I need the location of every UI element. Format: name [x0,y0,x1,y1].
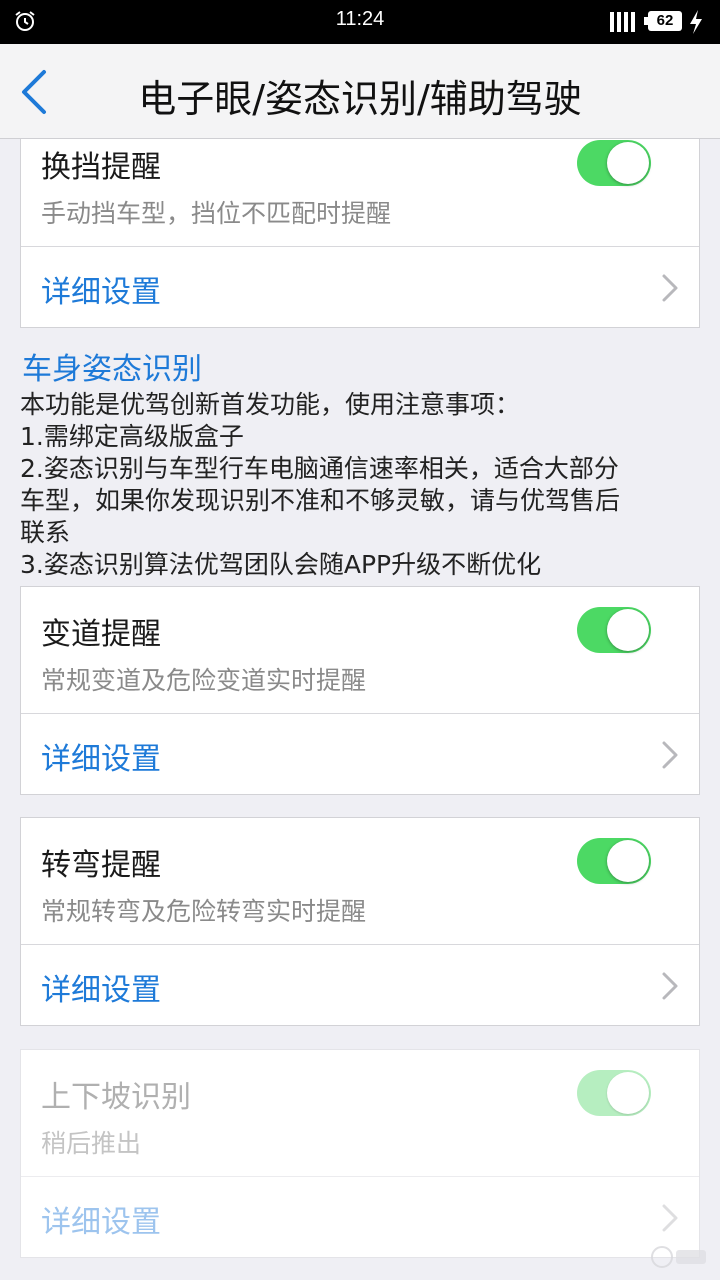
description-line: 2.姿态识别与车型行车电脑通信速率相关，适合大部分 [20,454,619,483]
toggle-knob [607,1072,649,1114]
settings-list[interactable]: 换挡提醒 手动挡车型，挡位不匹配时提醒 详细设置 车身姿态识别 本功能是优驾创新… [0,139,720,1280]
turn-card: 转弯提醒 常规转弯及危险转弯实时提醒 详细设置 [20,817,700,1026]
slope-toggle [577,1070,651,1116]
lane-change-detail-row[interactable]: 详细设置 [21,714,699,794]
charging-icon [690,10,702,34]
chevron-right-icon [662,741,678,769]
section-title: 车身姿态识别 [22,352,202,387]
turn-detail-row[interactable]: 详细设置 [21,945,699,1025]
section-description: 本功能是优驾创新首发功能，使用注意事项： 1.需绑定高级版盒子 2.姿态识别与车… [20,389,700,581]
lane-change-row: 变道提醒 常规变道及危险变道实时提醒 [21,587,699,714]
turn-subtitle: 常规转弯及危险转弯实时提醒 [41,897,367,926]
lane-change-subtitle: 常规变道及危险变道实时提醒 [41,666,367,695]
description-line: 联系 [20,518,71,547]
gear-shift-card: 换挡提醒 手动挡车型，挡位不匹配时提醒 详细设置 [20,139,700,328]
lane-change-card: 变道提醒 常规变道及危险变道实时提醒 详细设置 [20,586,700,795]
lane-change-toggle[interactable] [577,607,651,653]
nav-bar: 电子眼/姿态识别/辅助驾驶 [0,44,720,139]
gear-shift-title: 换挡提醒 [41,150,161,185]
slope-row: 上下坡识别 稍后推出 [21,1050,699,1177]
description-line: 3.姿态识别算法优驾团队会随APP升级不断优化 [20,550,542,579]
chevron-right-icon [662,274,678,302]
slope-title: 上下坡识别 [41,1080,191,1115]
turn-row: 转弯提醒 常规转弯及危险转弯实时提醒 [21,818,699,945]
slope-detail-label: 详细设置 [41,1205,161,1240]
status-bar: 11:24 62 [0,0,720,44]
description-line: 车型，如果你发现识别不准和不够灵敏，请与优驾售后 [20,486,621,515]
gear-shift-row: 换挡提醒 手动挡车型，挡位不匹配时提醒 [21,139,699,247]
description-line: 本功能是优驾创新首发功能，使用注意事项： [20,390,521,419]
gear-shift-detail-row[interactable]: 详细设置 [21,247,699,327]
battery-icon: 62 [644,11,682,31]
toggle-knob [607,840,649,882]
chevron-right-icon [662,1204,678,1232]
slope-subtitle: 稍后推出 [41,1129,142,1158]
signal-icon [610,12,635,32]
slope-card: 上下坡识别 稍后推出 详细设置 [20,1049,700,1258]
lane-change-title: 变道提醒 [41,617,161,652]
gear-shift-toggle[interactable] [577,140,651,186]
slope-detail-row: 详细设置 [21,1177,699,1257]
chevron-right-icon [662,972,678,1000]
watermark-logo-icon [651,1246,706,1268]
gear-shift-subtitle: 手动挡车型，挡位不匹配时提醒 [41,199,392,228]
page-title: 电子眼/姿态识别/辅助驾驶 [138,77,582,121]
toggle-knob [607,142,649,184]
description-line: 1.需绑定高级版盒子 [20,422,244,451]
turn-detail-label: 详细设置 [41,973,161,1008]
lane-change-detail-label: 详细设置 [41,742,161,777]
turn-title: 转弯提醒 [41,848,161,883]
toggle-knob [607,609,649,651]
turn-toggle[interactable] [577,838,651,884]
gear-shift-detail-label: 详细设置 [41,275,161,310]
